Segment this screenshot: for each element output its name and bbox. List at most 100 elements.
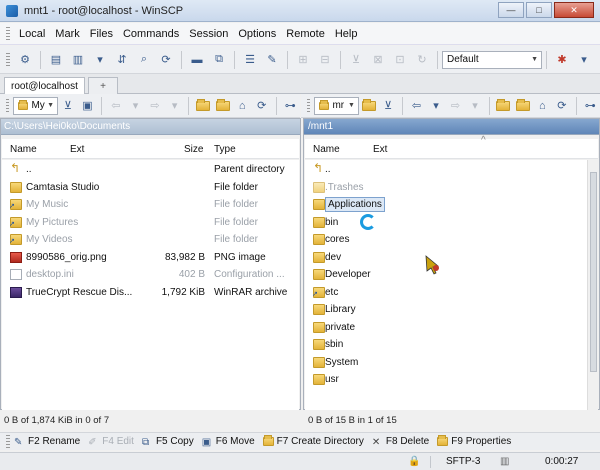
open-directory-icon[interactable] [361, 97, 377, 115]
column-header-name[interactable]: Name [10, 144, 37, 155]
remote-file-list[interactable]: ↰.. .Trashes Applications bin cores dev Develo… [305, 160, 587, 410]
f2-rename-button[interactable]: ✎ F2 Rename [14, 436, 80, 448]
menu-local[interactable]: Local [14, 28, 50, 40]
minimize-button[interactable]: — [498, 2, 524, 18]
f6-move-button[interactable]: ▣ F6 Move [202, 436, 255, 448]
forward-arrow-icon[interactable]: ⇨ [448, 97, 464, 115]
refresh-icon[interactable]: ⟳ [157, 51, 175, 69]
column-header-ext[interactable]: Ext [373, 144, 387, 155]
parent-directory-icon[interactable] [195, 97, 211, 115]
table-row[interactable]: 8990586_orig.png 83,982 B PNG image [2, 249, 299, 266]
f7-create-directory-button[interactable]: F7 Create Directory [262, 435, 364, 447]
root-directory-icon[interactable] [515, 97, 531, 115]
menu-grip[interactable] [6, 26, 10, 41]
queue-icon[interactable]: ☰ [241, 51, 259, 69]
table-row[interactable]: ↰.. Parent directory [2, 161, 299, 178]
tree-view-icon[interactable]: ⊶ [282, 97, 298, 115]
table-row[interactable]: cores [305, 231, 587, 248]
menu-remote[interactable]: Remote [281, 28, 330, 40]
dropdown-chevron-icon[interactable]: ▾ [428, 97, 444, 115]
table-row[interactable]: sbin [305, 336, 587, 353]
dropdown-chevron-icon[interactable]: ▾ [128, 97, 144, 115]
home-directory-icon[interactable]: ⌂ [535, 97, 551, 115]
table-row[interactable]: Applications [305, 196, 587, 213]
dropdown-chevron-icon[interactable]: ▾ [91, 51, 109, 69]
menu-mark[interactable]: Mark [50, 28, 84, 40]
back-arrow-icon[interactable]: ⇦ [108, 97, 124, 115]
open-directory-icon[interactable]: ▣ [80, 97, 96, 115]
filter-icon[interactable]: ⊻ [380, 97, 396, 115]
queue-settings-icon[interactable]: ✎ [263, 51, 281, 69]
reload-settings-icon[interactable]: ↻ [413, 51, 431, 69]
toolbar-grip[interactable] [6, 434, 10, 449]
tree-view-icon[interactable]: ⊶ [582, 97, 598, 115]
keep-up-to-date-icon[interactable]: ⇵ [113, 51, 131, 69]
dropdown-chevron-icon[interactable]: ▾ [467, 97, 483, 115]
table-row[interactable]: My Music File folder [2, 196, 299, 213]
column-header-ext[interactable]: Ext [70, 144, 84, 155]
table-row[interactable]: desktop.ini 402 B Configuration ... [2, 266, 299, 283]
filter-icon[interactable]: ⊻ [60, 97, 76, 115]
new-session-tab[interactable]: + [88, 77, 118, 94]
f8-delete-button[interactable]: ✕ F8 Delete [372, 436, 429, 448]
column-header-type[interactable]: Type [214, 144, 236, 155]
table-row[interactable]: Library [305, 301, 587, 318]
f4-edit-button[interactable]: ✐ F4 Edit [88, 436, 134, 448]
select-files-icon[interactable]: ⊞ [294, 51, 312, 69]
clear-selection-icon[interactable]: ⊡ [391, 51, 409, 69]
back-arrow-icon[interactable]: ⇦ [409, 97, 425, 115]
table-row[interactable]: Camtasia Studio File folder [2, 179, 299, 196]
putty-icon[interactable]: ⧉ [210, 51, 228, 69]
find-files-icon[interactable]: ⌕ [135, 51, 153, 69]
filter-icon[interactable]: ⊻ [347, 51, 365, 69]
table-row[interactable]: My Pictures File folder [2, 214, 299, 231]
column-header-name[interactable]: Name [313, 144, 340, 155]
table-row[interactable]: .Trashes [305, 179, 587, 196]
synchronize-icon[interactable]: ▥ [69, 51, 87, 69]
menu-help[interactable]: Help [330, 28, 363, 40]
table-row[interactable]: etc [305, 284, 587, 301]
table-row[interactable]: System [305, 354, 587, 371]
remote-directory-select[interactable]: mr ▼ [314, 96, 359, 115]
dropdown-chevron-icon[interactable]: ▾ [167, 97, 183, 115]
forward-arrow-icon[interactable]: ⇨ [147, 97, 163, 115]
tab-root-localhost[interactable]: root@localhost [4, 77, 85, 94]
dropdown-chevron-icon[interactable]: ▾ [575, 51, 593, 69]
scrollbar-thumb[interactable] [590, 172, 597, 372]
table-row[interactable]: TrueCrypt Rescue Dis... 1,792 KiB WinRAR a… [2, 284, 299, 301]
table-row[interactable]: usr [305, 371, 587, 388]
root-directory-icon[interactable] [215, 97, 231, 115]
refresh-icon[interactable]: ⟳ [554, 97, 570, 115]
transfer-options-icon[interactable]: ✱ [553, 51, 571, 69]
toolbar-grip[interactable] [6, 52, 10, 67]
column-header-size[interactable]: Size [184, 144, 203, 155]
menu-options[interactable]: Options [233, 28, 281, 40]
table-row[interactable]: Developer [305, 266, 587, 283]
local-drive-select[interactable]: My ▼ [13, 96, 59, 115]
table-row[interactable]: bin [305, 214, 587, 231]
menu-session[interactable]: Session [184, 28, 233, 40]
menu-files[interactable]: Files [85, 28, 118, 40]
close-button[interactable]: ✕ [554, 2, 594, 18]
parent-directory-icon[interactable] [496, 97, 512, 115]
unselect-files-icon[interactable]: ⊟ [316, 51, 334, 69]
table-row[interactable]: private [305, 319, 587, 336]
transfer-settings-select[interactable]: Default ▼ [442, 50, 542, 69]
compare-directories-icon[interactable]: ▤ [47, 51, 65, 69]
table-row[interactable]: My Videos File folder [2, 231, 299, 248]
invert-selection-icon[interactable]: ⊠ [369, 51, 387, 69]
home-directory-icon[interactable]: ⌂ [234, 97, 250, 115]
remote-scrollbar[interactable] [587, 160, 598, 410]
menu-commands[interactable]: Commands [118, 28, 184, 40]
table-row[interactable]: dev [305, 249, 587, 266]
preferences-gear-icon[interactable]: ⚙ [16, 51, 34, 69]
local-file-list[interactable]: ↰.. Parent directory Camtasia Studio File f… [2, 160, 299, 410]
maximize-button[interactable]: □ [526, 2, 552, 18]
terminal-icon[interactable]: ▬ [188, 51, 206, 69]
toolbar-grip[interactable] [6, 98, 10, 113]
f5-copy-button[interactable]: ⧉ F5 Copy [142, 436, 194, 448]
toolbar-grip[interactable] [307, 98, 311, 113]
f9-properties-button[interactable]: F9 Properties [437, 435, 511, 447]
refresh-icon[interactable]: ⟳ [254, 97, 270, 115]
table-row[interactable]: ↰.. [305, 161, 587, 178]
